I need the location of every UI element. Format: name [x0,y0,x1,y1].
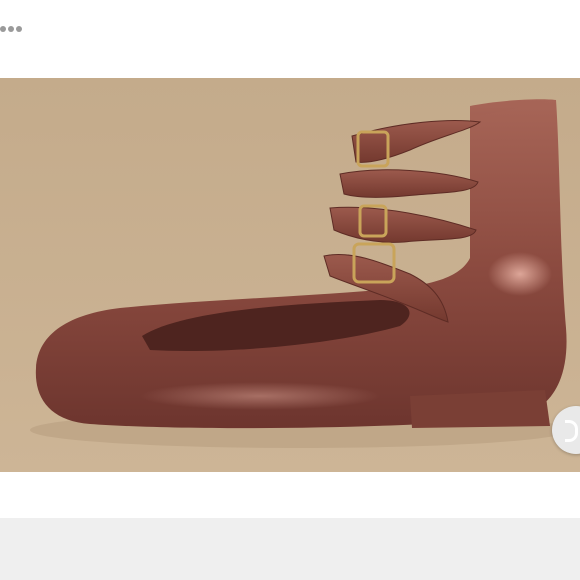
bottom-bar [0,518,580,580]
shoe-heel [410,390,550,428]
spacer [0,472,580,518]
product-photo [0,78,580,472]
chevron-icon [565,420,578,442]
dot [16,26,22,32]
shoe-highlight [488,252,552,296]
more-horizontal-icon [0,26,6,32]
more-options-button[interactable] [0,20,26,38]
top-bar [0,0,580,78]
shoe-image [0,78,580,472]
shoe-highlight [140,382,380,410]
dot [8,26,14,32]
